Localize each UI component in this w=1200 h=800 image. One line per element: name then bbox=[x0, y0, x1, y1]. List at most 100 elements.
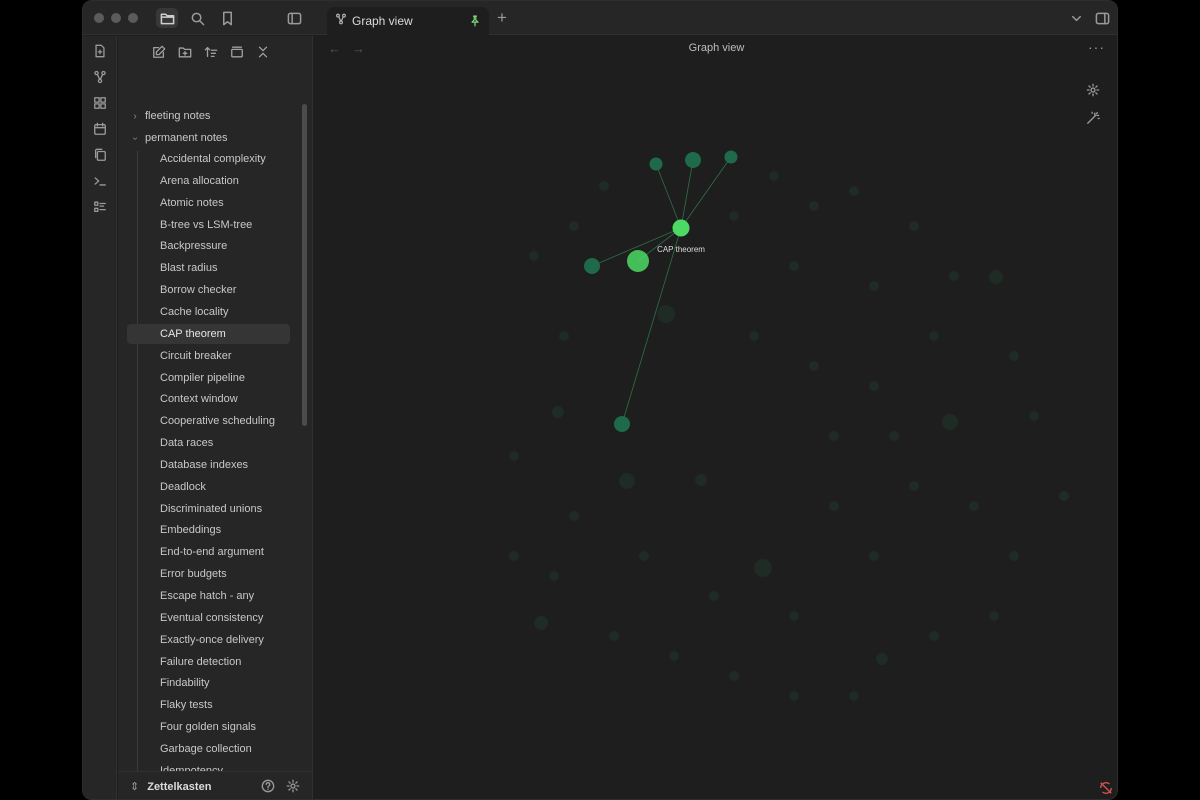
graph-node[interactable] bbox=[534, 616, 548, 630]
sync-error-icon[interactable] bbox=[1099, 781, 1115, 797]
toggle-right-sidebar-icon[interactable] bbox=[1091, 8, 1113, 28]
file-item[interactable]: Idempotency bbox=[127, 761, 290, 771]
graph-view-icon[interactable] bbox=[91, 68, 109, 86]
graph-node[interactable] bbox=[829, 501, 839, 511]
file-item[interactable]: Eventual consistency bbox=[127, 608, 290, 628]
graph-node[interactable] bbox=[559, 331, 569, 341]
graph-node[interactable] bbox=[754, 559, 772, 577]
graph-node[interactable] bbox=[849, 691, 859, 701]
close-window-button[interactable] bbox=[94, 13, 104, 23]
graph-node[interactable] bbox=[849, 186, 859, 196]
file-item[interactable]: Arena allocation bbox=[127, 171, 290, 191]
collapse-all-icon[interactable] bbox=[252, 42, 274, 62]
file-item[interactable]: Accidental complexity bbox=[127, 149, 290, 169]
graph-node[interactable] bbox=[1009, 551, 1019, 561]
graph-node[interactable] bbox=[599, 181, 609, 191]
graph-node[interactable] bbox=[789, 691, 799, 701]
graph-node[interactable] bbox=[729, 671, 739, 681]
graph-node[interactable] bbox=[509, 451, 519, 461]
file-item[interactable]: Exactly-once delivery bbox=[127, 630, 290, 650]
graph-canvas[interactable]: CAP theorem bbox=[314, 36, 1118, 800]
graph-node[interactable] bbox=[789, 611, 799, 621]
file-item[interactable]: Data races bbox=[127, 433, 290, 453]
graph-node[interactable] bbox=[876, 653, 888, 665]
folder-fleeting-notes[interactable]: › fleeting notes bbox=[128, 105, 298, 127]
graph-node[interactable] bbox=[949, 271, 959, 281]
graph-node[interactable] bbox=[869, 281, 879, 291]
graph-node[interactable] bbox=[685, 152, 701, 168]
graph-node[interactable] bbox=[829, 431, 839, 441]
file-item[interactable]: Database indexes bbox=[127, 455, 290, 475]
graph-node[interactable] bbox=[929, 631, 939, 641]
graph-node[interactable] bbox=[869, 551, 879, 561]
file-item[interactable]: Cooperative scheduling bbox=[127, 411, 290, 431]
graph-node[interactable] bbox=[609, 631, 619, 641]
graph-node[interactable] bbox=[929, 331, 939, 341]
pin-icon[interactable] bbox=[469, 14, 481, 32]
folder-permanent-notes[interactable]: › permanent notes bbox=[128, 127, 298, 149]
settings-gear-icon[interactable] bbox=[286, 779, 302, 795]
file-item[interactable]: Embeddings bbox=[127, 520, 290, 540]
file-item[interactable]: Atomic notes bbox=[127, 193, 290, 213]
sort-icon[interactable] bbox=[200, 42, 222, 62]
chevron-down-icon[interactable] bbox=[1065, 8, 1087, 28]
graph-node[interactable] bbox=[627, 250, 649, 272]
graph-node[interactable] bbox=[724, 150, 738, 164]
file-item[interactable]: Blast radius bbox=[127, 258, 290, 278]
file-item[interactable]: Flaky tests bbox=[127, 695, 290, 715]
graph-node[interactable] bbox=[649, 157, 663, 171]
graph-node[interactable] bbox=[869, 381, 879, 391]
scrollbar[interactable] bbox=[302, 104, 307, 426]
graph-node[interactable] bbox=[909, 221, 919, 231]
new-folder-icon[interactable] bbox=[174, 42, 196, 62]
minimize-window-button[interactable] bbox=[111, 13, 121, 23]
templates-icon[interactable] bbox=[91, 146, 109, 164]
graph-node[interactable] bbox=[584, 258, 600, 274]
file-item[interactable]: Borrow checker bbox=[127, 280, 290, 300]
animate-wand-icon[interactable] bbox=[1086, 111, 1104, 129]
calendar-icon[interactable] bbox=[91, 120, 109, 138]
file-item[interactable]: Deadlock bbox=[127, 477, 290, 497]
graph-node[interactable] bbox=[509, 551, 519, 561]
graph-node[interactable] bbox=[749, 331, 759, 341]
graph-node[interactable] bbox=[789, 261, 799, 271]
graph-node[interactable] bbox=[729, 211, 739, 221]
zoom-window-button[interactable] bbox=[128, 13, 138, 23]
search-icon[interactable] bbox=[186, 8, 208, 28]
file-item[interactable]: Discriminated unions bbox=[127, 499, 290, 519]
file-item[interactable]: Findability bbox=[127, 673, 290, 693]
file-item[interactable]: Escape hatch - any bbox=[127, 586, 290, 606]
graph-node[interactable] bbox=[809, 361, 819, 371]
file-item[interactable]: Garbage collection bbox=[127, 739, 290, 759]
graph-node[interactable] bbox=[809, 201, 819, 211]
file-item[interactable]: Context window bbox=[127, 389, 290, 409]
toggle-left-sidebar-icon[interactable] bbox=[283, 8, 305, 28]
daily-note-icon[interactable] bbox=[91, 42, 109, 60]
graph-node[interactable] bbox=[549, 571, 559, 581]
graph-node[interactable] bbox=[909, 481, 919, 491]
auto-reveal-icon[interactable] bbox=[226, 42, 248, 62]
tab-graph-view[interactable]: Graph view bbox=[327, 7, 489, 35]
graph-node[interactable] bbox=[1009, 351, 1019, 361]
graph-node[interactable] bbox=[989, 611, 999, 621]
graph-node[interactable] bbox=[989, 270, 1003, 284]
new-tab-button[interactable]: + bbox=[497, 9, 507, 27]
graph-node[interactable] bbox=[1059, 491, 1069, 501]
graph-node[interactable] bbox=[769, 171, 779, 181]
graph-node[interactable] bbox=[657, 305, 675, 323]
graph-node[interactable] bbox=[529, 251, 539, 261]
terminal-icon[interactable] bbox=[91, 172, 109, 190]
graph-node[interactable] bbox=[619, 473, 635, 489]
canvas-icon[interactable] bbox=[91, 94, 109, 112]
outline-list-icon[interactable] bbox=[91, 198, 109, 216]
file-item[interactable]: Backpressure bbox=[127, 236, 290, 256]
vault-switcher[interactable]: ⇕ Zettelkasten bbox=[118, 771, 313, 799]
file-item[interactable]: B-tree vs LSM-tree bbox=[127, 215, 290, 235]
file-item[interactable]: Failure detection bbox=[127, 652, 290, 672]
graph-node-focus[interactable] bbox=[672, 219, 690, 237]
graph-node[interactable] bbox=[709, 591, 719, 601]
graph-node[interactable] bbox=[569, 221, 579, 231]
files-icon[interactable] bbox=[156, 8, 178, 28]
graph-node[interactable] bbox=[639, 551, 649, 561]
graph-node[interactable] bbox=[1029, 411, 1039, 421]
